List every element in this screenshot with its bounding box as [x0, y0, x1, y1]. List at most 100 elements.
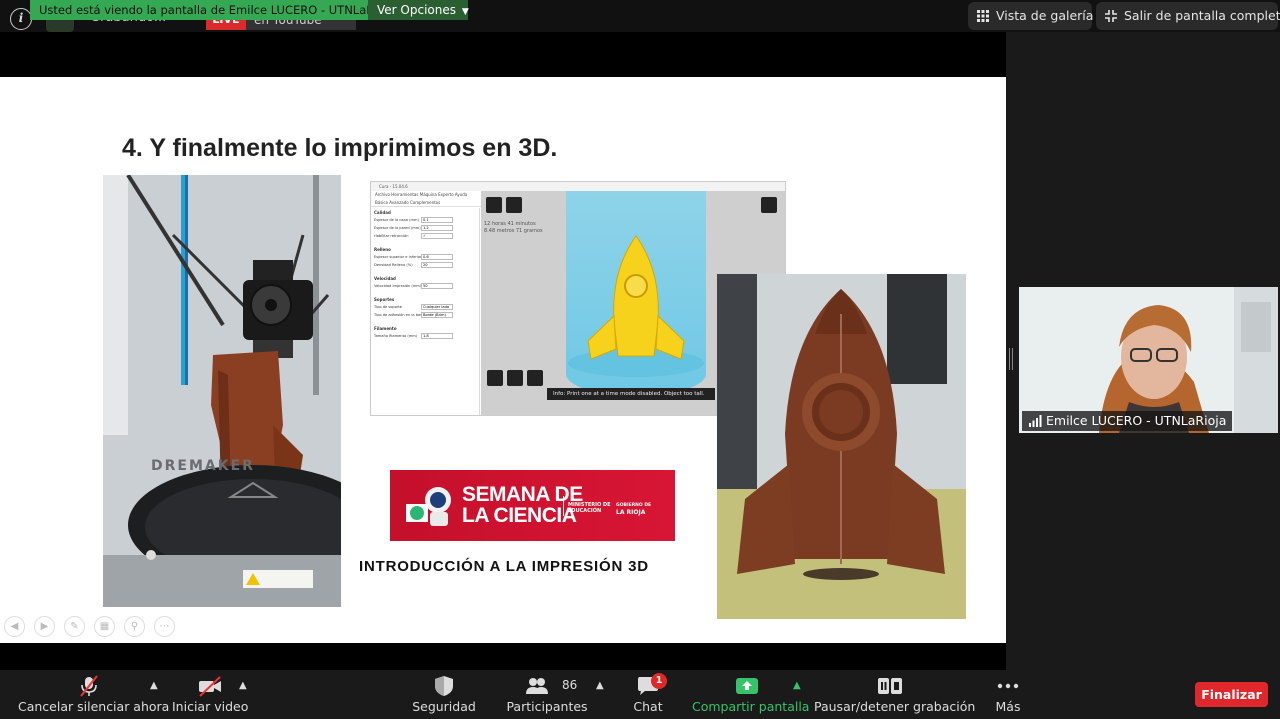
info-icon[interactable]: i [10, 8, 32, 30]
printer-base-text: DREMAKER [151, 458, 255, 474]
next-slide-icon[interactable]: ▶ [34, 616, 55, 637]
pause-stop-recording-button[interactable]: Pausar/detener grabación [814, 670, 975, 719]
cura-setting-value: 20 [421, 262, 453, 268]
cura-setting-value: 1.2 [421, 225, 453, 231]
cura-setting-label: Espesor de la capa (mm) [374, 218, 419, 222]
save-model-icon [506, 197, 522, 213]
cura-setting-value: 0.6 [421, 254, 453, 260]
cura-section-heading: Soportes [374, 297, 395, 302]
gov-line2: LA RIOJA [616, 509, 646, 516]
participants-button[interactable]: 86 Participantes [502, 670, 592, 719]
cura-setting-label: Tamaño filamento (mm) [374, 334, 418, 338]
ministry-line2: EDUCACIÓN [568, 508, 602, 514]
view-options-label: Ver Opciones [377, 3, 456, 17]
cura-setting-value: 1.8 [421, 333, 453, 339]
scale-tool-icon [507, 370, 523, 386]
participants-label: Participantes [506, 699, 588, 714]
cura-print-stats: 12 horas 41 minutos 8.48 metros 71 gramo… [484, 221, 543, 235]
pause-stop-icon [878, 678, 902, 694]
participants-count: 86 [562, 678, 578, 692]
cura-settings-panel: Calidad Espesor de la capa (mm) 0.1 Espesor… [371, 208, 480, 415]
zoom-icon[interactable]: ⚲ [124, 616, 145, 637]
presentation-slide: 4. Y finalmente lo imprimimos en 3D. DRE… [0, 77, 1006, 643]
cura-menu: Archivo Herramientas Máquina Experto Ayu… [375, 192, 468, 197]
share-screen-button[interactable]: Compartir pantalla [692, 670, 810, 719]
cura-setting-label: Espesor superior e inferior [374, 255, 422, 259]
participant-name: Emilce LUCERO - UTNLaRioja [1046, 413, 1227, 428]
more-options-icon[interactable]: ⋯ [154, 616, 175, 637]
cura-setting-label: Tipo de soporte [374, 305, 402, 309]
intro-caption: INTRODUCCIÓN A LA IMPRESIÓN 3D [359, 558, 649, 575]
gallery-view-button[interactable]: Vista de galería [968, 2, 1094, 30]
cura-setting-value: ✓ [421, 233, 453, 239]
chat-unread-badge: 1 [651, 673, 667, 689]
semana-line2: LA CIENCIA [462, 504, 577, 527]
cura-info-bar: Info: Print one at a time mode disabled.… [547, 388, 715, 400]
shield-icon [435, 676, 453, 696]
meeting-toolbar: Cancelar silenciar ahora ▲ Iniciar video… [0, 670, 1280, 719]
cura-setting-value: 50 [421, 283, 453, 289]
pen-icon[interactable]: ✎ [64, 616, 85, 637]
exit-fullscreen-button[interactable]: Salir de pantalla completa [1096, 2, 1280, 30]
share-screen-label: Compartir pantalla [692, 699, 810, 714]
shared-screen: 4. Y finalmente lo imprimimos en 3D. DRE… [0, 32, 1006, 670]
video-off-icon [199, 676, 221, 697]
people-icon [526, 678, 548, 694]
security-button[interactable]: Seguridad [406, 670, 482, 719]
cura-window-title: Cura - 15.04.6 [371, 182, 785, 191]
semana-line1: SEMANA DE [462, 483, 583, 506]
print-material: 8.48 metros 71 gramos [484, 228, 543, 234]
cura-tabs: Básico Avanzado Complementos [371, 199, 481, 207]
printed-rocket-photo [717, 274, 966, 619]
participants-options-chevron-icon[interactable]: ▲ [596, 680, 604, 691]
start-video-button[interactable]: Iniciar video [172, 670, 248, 719]
ellipsis-icon [997, 683, 1019, 689]
share-arrow-icon [736, 678, 758, 694]
chat-button[interactable]: Chat [618, 670, 678, 719]
printed-rocket-art [717, 274, 966, 619]
cura-setting-value: Borde (Brim) [421, 312, 453, 318]
cura-setting-value: 0.1 [421, 217, 453, 223]
more-button[interactable]: Más [988, 670, 1028, 719]
cura-setting-label: Espesor de la pared (mm) [374, 226, 421, 230]
slides-grid-icon[interactable]: ▦ [94, 616, 115, 637]
ministry-logo-text: MINISTERIO DE EDUCACIÓN [568, 502, 611, 514]
cura-setting-label: Tipo de adhesión en la base [374, 313, 425, 317]
mic-off-icon [80, 675, 98, 697]
printer-photo: DREMAKER [103, 175, 341, 607]
rotate-tool-icon [487, 370, 503, 386]
mirror-tool-icon [527, 370, 543, 386]
gov-line1: GOBIERNO DE [616, 503, 652, 508]
rioja-logo-text: GOBIERNO DE LA RIOJA [616, 502, 651, 516]
cura-section-heading: Calidad [374, 210, 391, 215]
print-time: 12 horas 41 minutos [484, 221, 536, 227]
audio-options-chevron-icon[interactable]: ▲ [150, 680, 158, 691]
end-meeting-button[interactable]: Finalizar [1195, 682, 1268, 707]
share-options-chevron-icon[interactable]: ▲ [793, 680, 801, 691]
cura-section-heading: Velocidad [374, 276, 396, 281]
more-label: Más [995, 699, 1021, 714]
participant-name-tag: Emilce LUCERO - UTNLaRioja [1022, 411, 1233, 431]
cura-setting-label: Habilitar retracción [374, 234, 409, 238]
cura-section-heading: Filamento [374, 326, 397, 331]
panel-resize-handle[interactable] [1009, 348, 1013, 370]
semana-title: SEMANA DE LA CIENCIA [462, 484, 583, 526]
collapse-icon [1105, 10, 1117, 22]
semana-ciencia-banner: SEMANA DE LA CIENCIA MINISTERIO DE EDUCA… [390, 470, 675, 541]
unmute-button[interactable]: Cancelar silenciar ahora [18, 670, 169, 719]
gallery-view-label: Vista de galería [996, 8, 1094, 23]
share-banner: Usted está viendo la pantalla de Emilce … [30, 0, 368, 20]
yellow-rocket-model [568, 235, 704, 377]
prev-slide-icon[interactable]: ◀ [4, 616, 25, 637]
load-model-icon [486, 197, 502, 213]
grid-icon [977, 10, 989, 22]
view-options-button[interactable]: Ver Opciones ▼ [368, 0, 469, 20]
video-options-chevron-icon[interactable]: ▲ [239, 680, 247, 691]
chat-label: Chat [633, 699, 663, 714]
chevron-down-icon: ▼ [461, 7, 469, 17]
cura-setting-value: Cualquier lado [421, 304, 453, 310]
slide-title: 4. Y finalmente lo imprimimos en 3D. [122, 134, 558, 162]
cura-section-heading: Relleno [374, 247, 391, 252]
participant-video-tile[interactable]: Emilce LUCERO - UTNLaRioja [1019, 287, 1278, 433]
security-label: Seguridad [412, 699, 476, 714]
